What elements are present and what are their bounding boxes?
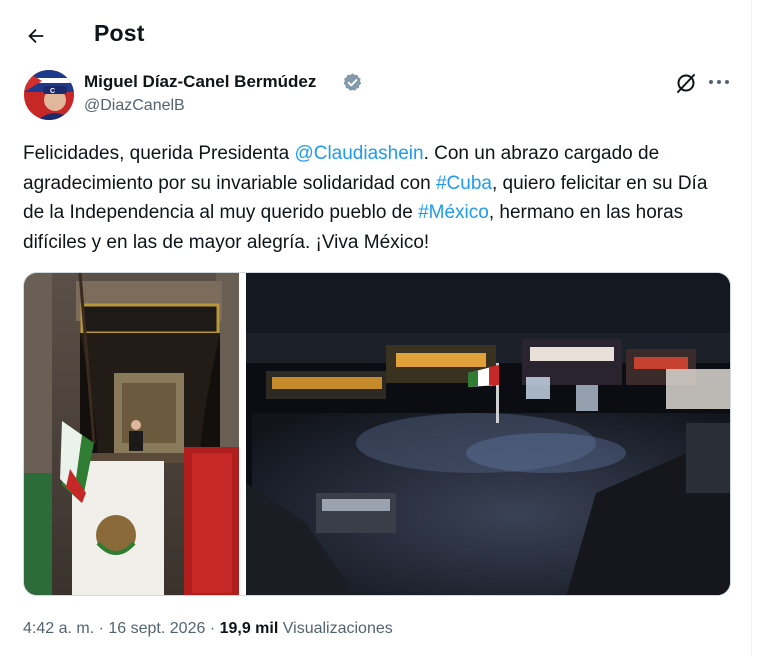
views-count[interactable]: 19,9 mil bbox=[220, 620, 279, 637]
page-title: Post bbox=[94, 20, 145, 46]
post-meta: 4:42 a. m. · 16 sept. 2026 · 19,9 mil Vi… bbox=[23, 620, 393, 638]
mention-link[interactable]: @Claudiashein bbox=[294, 143, 423, 164]
avatar[interactable]: C bbox=[24, 70, 74, 120]
balcony-flag-photo-icon bbox=[24, 273, 239, 595]
top-bar: Post bbox=[0, 0, 752, 70]
media-photo-balcony[interactable] bbox=[24, 273, 239, 595]
arrow-left-icon bbox=[28, 28, 44, 44]
meta-separator: · bbox=[209, 620, 216, 637]
views-label: Visualizaciones bbox=[282, 620, 393, 637]
back-button[interactable] bbox=[18, 18, 54, 54]
post-text-segment: Felicidades, querida Presidenta bbox=[23, 143, 295, 164]
post-detail-panel: Post C Miguel Díaz-Canel Bermúdez @DiazC… bbox=[0, 0, 752, 656]
hashtag-link-mexico[interactable]: #México bbox=[418, 202, 489, 223]
verified-badge-icon bbox=[343, 73, 362, 91]
post-text: Felicidades, querida Presidenta @Claudia… bbox=[23, 139, 733, 257]
author-name[interactable]: Miguel Díaz-Canel Bermúdez bbox=[84, 72, 316, 92]
author-handle[interactable]: @DiazCanelB bbox=[84, 97, 185, 115]
post-date[interactable]: 16 sept. 2026 bbox=[108, 620, 205, 637]
avatar-image: C bbox=[24, 70, 74, 120]
svg-text:C: C bbox=[50, 88, 55, 95]
zocalo-crowd-photo-icon bbox=[246, 273, 730, 595]
meta-separator: · bbox=[98, 620, 104, 637]
more-dots-icon bbox=[709, 80, 729, 84]
more-options-button[interactable] bbox=[706, 70, 732, 94]
post-time[interactable]: 4:42 a. m. bbox=[23, 620, 94, 637]
media-photo-zocalo[interactable] bbox=[246, 273, 730, 595]
media-grid bbox=[23, 272, 731, 596]
grok-icon[interactable] bbox=[674, 71, 698, 95]
hashtag-link-cuba[interactable]: #Cuba bbox=[436, 173, 492, 194]
